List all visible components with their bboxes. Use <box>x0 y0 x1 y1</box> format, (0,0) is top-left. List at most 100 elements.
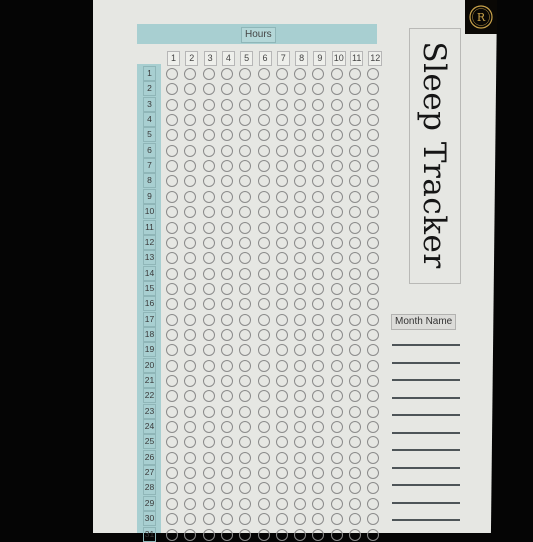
sleep-hour-circle[interactable] <box>330 359 343 372</box>
sleep-hour-circle[interactable] <box>257 375 270 387</box>
sleep-hour-circle[interactable] <box>349 221 361 234</box>
sleep-hour-circle[interactable] <box>349 467 361 480</box>
sleep-hour-circle[interactable] <box>349 421 361 434</box>
sleep-hour-circle[interactable] <box>294 497 307 510</box>
sleep-hour-circle[interactable] <box>257 482 270 495</box>
sleep-hour-circle[interactable] <box>349 313 361 326</box>
sleep-hour-circle[interactable] <box>257 497 270 510</box>
note-line[interactable] <box>392 466 460 469</box>
sleep-hour-circle[interactable] <box>166 98 178 111</box>
sleep-hour-circle[interactable] <box>239 144 252 157</box>
sleep-hour-circle[interactable] <box>220 190 233 203</box>
sleep-hour-circle[interactable] <box>202 221 215 234</box>
sleep-hour-circle[interactable] <box>257 390 270 403</box>
sleep-hour-circle[interactable] <box>275 467 288 480</box>
sleep-hour-circle[interactable] <box>202 344 215 357</box>
sleep-hour-circle[interactable] <box>275 451 288 464</box>
sleep-hour-circle[interactable] <box>330 282 343 295</box>
sleep-hour-circle[interactable] <box>330 68 343 80</box>
sleep-hour-circle[interactable] <box>330 221 343 234</box>
sleep-hour-circle[interactable] <box>239 359 252 372</box>
sleep-hour-circle[interactable] <box>257 298 270 311</box>
sleep-hour-circle[interactable] <box>239 451 252 464</box>
sleep-hour-circle[interactable] <box>330 144 343 157</box>
sleep-hour-circle[interactable] <box>257 421 270 434</box>
sleep-hour-circle[interactable] <box>202 405 215 418</box>
note-line[interactable] <box>392 484 460 486</box>
sleep-hour-circle[interactable] <box>202 98 215 111</box>
sleep-hour-circle[interactable] <box>166 421 178 434</box>
sleep-hour-circle[interactable] <box>202 467 215 480</box>
sleep-hour-circle[interactable] <box>184 359 197 372</box>
sleep-hour-circle[interactable] <box>349 282 361 295</box>
sleep-hour-circle[interactable] <box>220 359 233 372</box>
sleep-hour-circle[interactable] <box>239 313 252 326</box>
sleep-hour-circle[interactable] <box>220 528 233 541</box>
sleep-hour-circle[interactable] <box>330 421 343 434</box>
sleep-hour-circle[interactable] <box>220 282 233 295</box>
sleep-hour-circle[interactable] <box>257 221 270 234</box>
sleep-hour-circle[interactable] <box>294 282 307 295</box>
sleep-hour-circle[interactable] <box>202 83 215 96</box>
sleep-hour-circle[interactable] <box>202 206 215 219</box>
sleep-hour-circle[interactable] <box>202 160 215 173</box>
sleep-hour-circle[interactable] <box>349 68 361 80</box>
sleep-hour-circle[interactable] <box>349 451 361 464</box>
sleep-hour-circle[interactable] <box>294 144 307 157</box>
sleep-hour-circle[interactable] <box>275 313 288 326</box>
sleep-hour-circle[interactable] <box>257 513 270 526</box>
sleep-hour-circle[interactable] <box>330 344 343 357</box>
sleep-hour-circle[interactable] <box>202 482 215 495</box>
sleep-hour-circle[interactable] <box>220 114 233 127</box>
sleep-hour-circle[interactable] <box>367 528 380 541</box>
sleep-hour-circle[interactable] <box>202 68 215 80</box>
sleep-hour-circle[interactable] <box>166 114 178 127</box>
sleep-hour-circle[interactable] <box>294 359 307 372</box>
sleep-hour-circle[interactable] <box>275 497 288 510</box>
sleep-hour-circle[interactable] <box>220 221 233 234</box>
sleep-hour-circle[interactable] <box>367 451 380 464</box>
sleep-hour-circle[interactable] <box>349 144 361 157</box>
sleep-hour-circle[interactable] <box>257 267 270 280</box>
sleep-hour-circle[interactable] <box>294 221 307 234</box>
sleep-hour-circle[interactable] <box>330 328 343 341</box>
sleep-hour-circle[interactable] <box>275 267 288 280</box>
sleep-hour-circle[interactable] <box>257 467 270 480</box>
sleep-hour-circle[interactable] <box>202 129 215 142</box>
sleep-hour-circle[interactable] <box>257 144 270 157</box>
sleep-hour-circle[interactable] <box>184 144 197 157</box>
sleep-hour-circle[interactable] <box>257 68 270 80</box>
sleep-hour-circle[interactable] <box>166 328 178 341</box>
sleep-hour-circle[interactable] <box>220 160 233 173</box>
sleep-hour-circle[interactable] <box>349 497 361 510</box>
sleep-hour-circle[interactable] <box>220 68 233 80</box>
sleep-hour-circle[interactable] <box>349 98 361 111</box>
sleep-hour-circle[interactable] <box>239 282 252 295</box>
sleep-hour-circle[interactable] <box>202 513 215 526</box>
sleep-hour-circle[interactable] <box>294 236 307 249</box>
sleep-hour-circle[interactable] <box>184 267 197 280</box>
sleep-hour-circle[interactable] <box>275 298 288 311</box>
sleep-hour-circle[interactable] <box>202 267 215 280</box>
sleep-hour-circle[interactable] <box>220 421 233 434</box>
sleep-hour-circle[interactable] <box>275 221 288 234</box>
sleep-hour-circle[interactable] <box>202 236 215 249</box>
sleep-hour-circle[interactable] <box>166 313 178 326</box>
sleep-hour-circle[interactable] <box>239 405 252 418</box>
sleep-hour-circle[interactable] <box>275 359 288 372</box>
sleep-hour-circle[interactable] <box>367 144 380 157</box>
sleep-hour-circle[interactable] <box>349 328 361 341</box>
sleep-hour-circle[interactable] <box>312 267 325 280</box>
sleep-hour-circle[interactable] <box>257 252 270 265</box>
sleep-hour-circle[interactable] <box>312 221 325 234</box>
sleep-hour-circle[interactable] <box>166 467 178 480</box>
sleep-hour-circle[interactable] <box>239 497 252 510</box>
sleep-hour-circle[interactable] <box>220 451 233 464</box>
sleep-hour-circle[interactable] <box>166 190 178 203</box>
sleep-hour-circle[interactable] <box>349 236 361 249</box>
sleep-hour-circle[interactable] <box>257 160 270 173</box>
sleep-hour-circle[interactable] <box>202 175 215 188</box>
sleep-hour-circle[interactable] <box>184 221 197 234</box>
note-line[interactable] <box>392 431 460 434</box>
sleep-hour-circle[interactable] <box>202 313 215 326</box>
